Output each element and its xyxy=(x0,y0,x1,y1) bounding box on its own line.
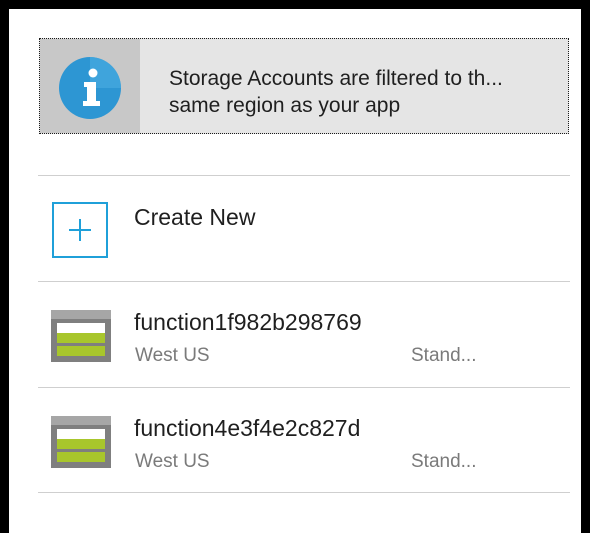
create-new-label: Create New xyxy=(134,204,256,230)
create-new-button[interactable]: Create New xyxy=(38,176,570,280)
plus-icon xyxy=(69,219,91,241)
info-banner: Storage Accounts are filtered to th... s… xyxy=(39,38,569,134)
storage-account-icon xyxy=(51,310,111,362)
storage-account-region: West US xyxy=(135,451,210,472)
storage-account-row[interactable]: function4e3f4e2c827d West US Stand... xyxy=(38,388,570,492)
storage-account-icon xyxy=(51,416,111,468)
storage-account-row[interactable]: function1f982b298769 West US Stand... xyxy=(38,282,570,386)
create-new-icon-box xyxy=(52,202,108,258)
storage-account-tier: Stand... xyxy=(411,451,477,472)
info-icon xyxy=(59,57,121,119)
info-icon-tile xyxy=(40,39,140,133)
storage-account-name: function1f982b298769 xyxy=(134,309,362,335)
divider xyxy=(38,492,570,493)
storage-account-tier: Stand... xyxy=(411,345,477,366)
storage-account-region: West US xyxy=(135,345,210,366)
info-message: Storage Accounts are filtered to th... s… xyxy=(169,67,503,117)
storage-account-picker-panel: Storage Accounts are filtered to th... s… xyxy=(9,9,581,533)
storage-account-name: function4e3f4e2c827d xyxy=(134,415,361,441)
